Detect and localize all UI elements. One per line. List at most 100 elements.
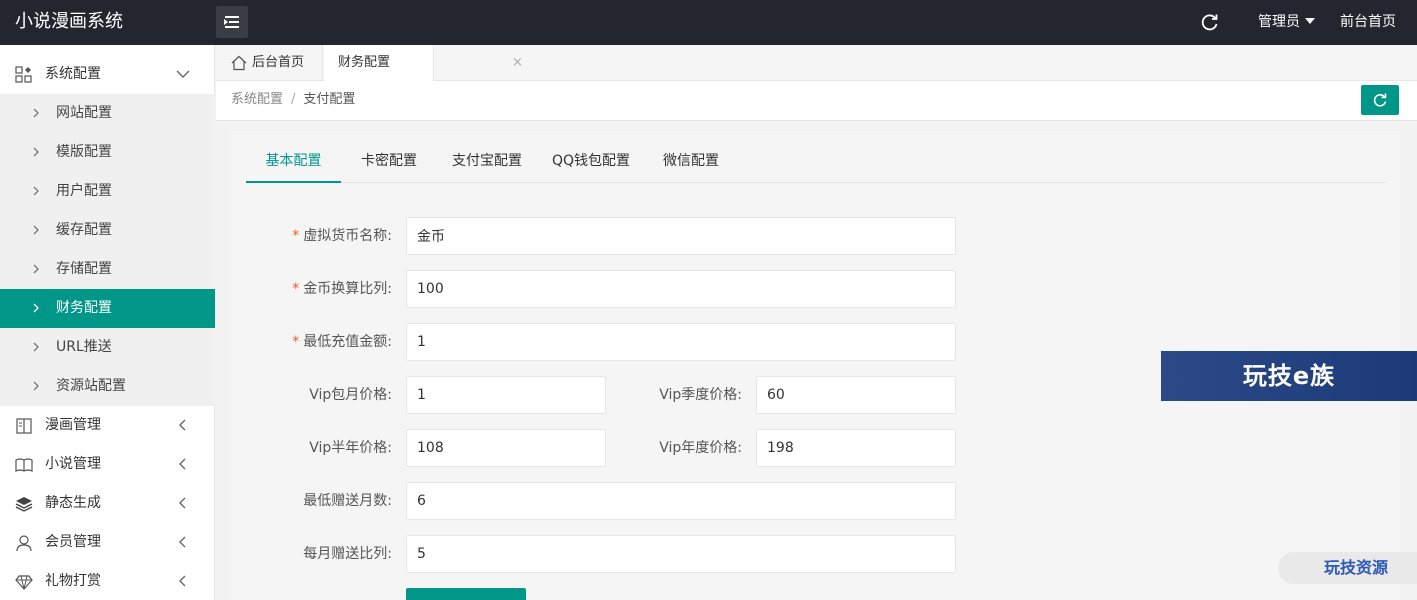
sidebar-group-label: 小说管理 xyxy=(45,456,101,472)
exchange-ratio-label: * 金币换算比列: xyxy=(292,281,392,297)
chevron-left-icon xyxy=(179,536,186,548)
vip-year-label: Vip年度价格: xyxy=(659,440,742,456)
chevron-left-icon xyxy=(179,575,186,587)
grid-icon xyxy=(15,66,32,83)
sidebar-item-label: 模版配置 xyxy=(56,144,112,160)
sidebar-item-label: 资源站配置 xyxy=(56,378,126,394)
sidebar-group-member[interactable]: 会员管理 xyxy=(0,523,215,562)
front-home-link[interactable]: 前台首页 xyxy=(1340,0,1396,45)
chevron-right-icon xyxy=(33,225,39,235)
subtab-alipay-config[interactable]: 支付宝配置 xyxy=(446,143,528,183)
sidebar-item-storage-config[interactable]: 存储配置 xyxy=(0,250,215,289)
sidebar-group-comic[interactable]: 漫画管理 xyxy=(0,406,215,445)
caret-down-icon xyxy=(1305,18,1315,24)
sidebar-item-label: 缓存配置 xyxy=(56,222,112,238)
vip-quarter-label: Vip季度价格: xyxy=(659,387,742,403)
vip-half-year-field[interactable] xyxy=(406,429,606,467)
exchange-ratio-field[interactable] xyxy=(406,270,956,308)
currency-name-field[interactable] xyxy=(406,217,956,255)
tab-finance-config[interactable]: 财务配置 × xyxy=(324,45,523,82)
chevron-right-icon xyxy=(33,381,39,391)
submit-button[interactable] xyxy=(406,588,526,600)
home-icon xyxy=(231,55,247,71)
sidebar-item-template-config[interactable]: 模版配置 xyxy=(0,133,215,172)
sidebar-item-label: 存储配置 xyxy=(56,261,112,277)
admin-label: 管理员 xyxy=(1258,14,1300,30)
admin-menu[interactable]: 管理员 xyxy=(1258,0,1315,45)
sidebar-group-label: 会员管理 xyxy=(45,534,101,550)
sidebar-group-label: 静态生成 xyxy=(45,495,101,511)
sidebar-item-finance-config[interactable]: 财务配置 xyxy=(0,289,215,328)
required-mark: * xyxy=(292,281,300,297)
user-icon xyxy=(16,535,32,552)
watermark-corner: 玩技资源 xyxy=(1278,552,1417,584)
currency-name-label: * 虚拟货币名称: xyxy=(292,228,392,244)
config-subtabs: 基本配置 卡密配置 支付宝配置 QQ钱包配置 微信配置 xyxy=(246,143,1386,183)
vip-half-year-label: Vip半年价格: xyxy=(309,440,392,456)
min-recharge-label: * 最低充值金额: xyxy=(292,334,392,350)
chevron-right-icon xyxy=(33,147,39,157)
subtab-card-config[interactable]: 卡密配置 xyxy=(356,143,422,183)
sidebar-group-label: 系统配置 xyxy=(45,66,101,82)
sidebar-item-user-config[interactable]: 用户配置 xyxy=(0,172,215,211)
chevron-left-icon xyxy=(179,497,186,509)
chevron-right-icon xyxy=(33,342,39,352)
open-book-icon xyxy=(15,458,33,472)
menu-toggle-button[interactable] xyxy=(216,6,248,38)
min-gift-months-field[interactable] xyxy=(406,482,956,520)
chevron-down-icon xyxy=(176,70,190,78)
vip-quarter-field[interactable] xyxy=(756,376,956,414)
min-gift-months-label: 最低赠送月数: xyxy=(303,493,392,509)
breadcrumb-separator: / xyxy=(291,92,296,107)
sidebar-group-static-generate[interactable]: 静态生成 xyxy=(0,484,215,523)
vip-month-label: Vip包月价格: xyxy=(309,387,392,403)
chevron-right-icon xyxy=(33,186,39,196)
breadcrumb-bar: 系统配置 / 支付配置 xyxy=(216,81,1417,121)
sidebar-item-label: 用户配置 xyxy=(56,183,112,199)
sidebar-item-cache-config[interactable]: 缓存配置 xyxy=(0,211,215,250)
chevron-right-icon xyxy=(33,264,39,274)
sidebar-group-label: 礼物打赏 xyxy=(45,573,101,589)
min-recharge-field[interactable] xyxy=(406,323,956,361)
monthly-gift-ratio-field[interactable] xyxy=(406,535,956,573)
subtab-wechat-config[interactable]: 微信配置 xyxy=(656,143,726,183)
breadcrumb: 系统配置 / 支付配置 xyxy=(231,81,355,121)
sidebar-group-novel[interactable]: 小说管理 xyxy=(0,445,215,484)
sidebar-group-gift[interactable]: 礼物打赏 xyxy=(0,562,215,600)
page-tab-bar: 后台首页 财务配置 × xyxy=(216,45,1417,82)
sidebar-item-label: 财务配置 xyxy=(56,300,112,316)
refresh-icon xyxy=(1373,93,1387,107)
breadcrumb-parent[interactable]: 系统配置 xyxy=(231,92,283,107)
chevron-right-icon xyxy=(33,108,39,118)
sidebar-item-website-config[interactable]: 网站配置 xyxy=(0,94,215,133)
subtab-basic-config[interactable]: 基本配置 xyxy=(246,143,341,183)
sidebar: 系统配置 网站配置 模版配置 用户配置 缓存配置 存储配置 财务配置 URL推送… xyxy=(0,45,215,600)
subtab-qq-wallet-config[interactable]: QQ钱包配置 xyxy=(546,143,636,183)
sidebar-group-system-config[interactable]: 系统配置 xyxy=(0,55,215,94)
refresh-icon[interactable] xyxy=(1200,12,1220,32)
tab-admin-home[interactable]: 后台首页 xyxy=(216,45,323,81)
sidebar-group-label: 漫画管理 xyxy=(45,417,101,433)
breadcrumb-current: 支付配置 xyxy=(303,92,356,107)
chevron-left-icon xyxy=(179,419,186,431)
required-mark: * xyxy=(292,334,300,350)
book-icon xyxy=(16,418,32,434)
tab-label: 后台首页 xyxy=(252,55,305,70)
chevron-right-icon xyxy=(33,303,39,313)
sidebar-item-label: 网站配置 xyxy=(56,105,112,121)
diamond-icon xyxy=(15,575,33,590)
refresh-button[interactable] xyxy=(1361,85,1399,115)
vip-year-field[interactable] xyxy=(756,429,956,467)
sidebar-item-resource-config[interactable]: 资源站配置 xyxy=(0,367,215,406)
sidebar-item-url-push[interactable]: URL推送 xyxy=(0,328,215,367)
top-header: 小说漫画系统 管理员 前台首页 xyxy=(0,0,1417,45)
vip-month-field[interactable] xyxy=(406,376,606,414)
app-title: 小说漫画系统 xyxy=(15,11,123,32)
chevron-left-icon xyxy=(179,458,186,470)
tab-label: 财务配置 xyxy=(338,55,391,70)
layers-icon xyxy=(15,497,33,512)
watermark-banner: 玩技e族 xyxy=(1161,351,1417,401)
monthly-gift-ratio-label: 每月赠送比列: xyxy=(303,546,392,562)
close-icon[interactable]: × xyxy=(512,45,523,81)
required-mark: * xyxy=(292,228,300,244)
